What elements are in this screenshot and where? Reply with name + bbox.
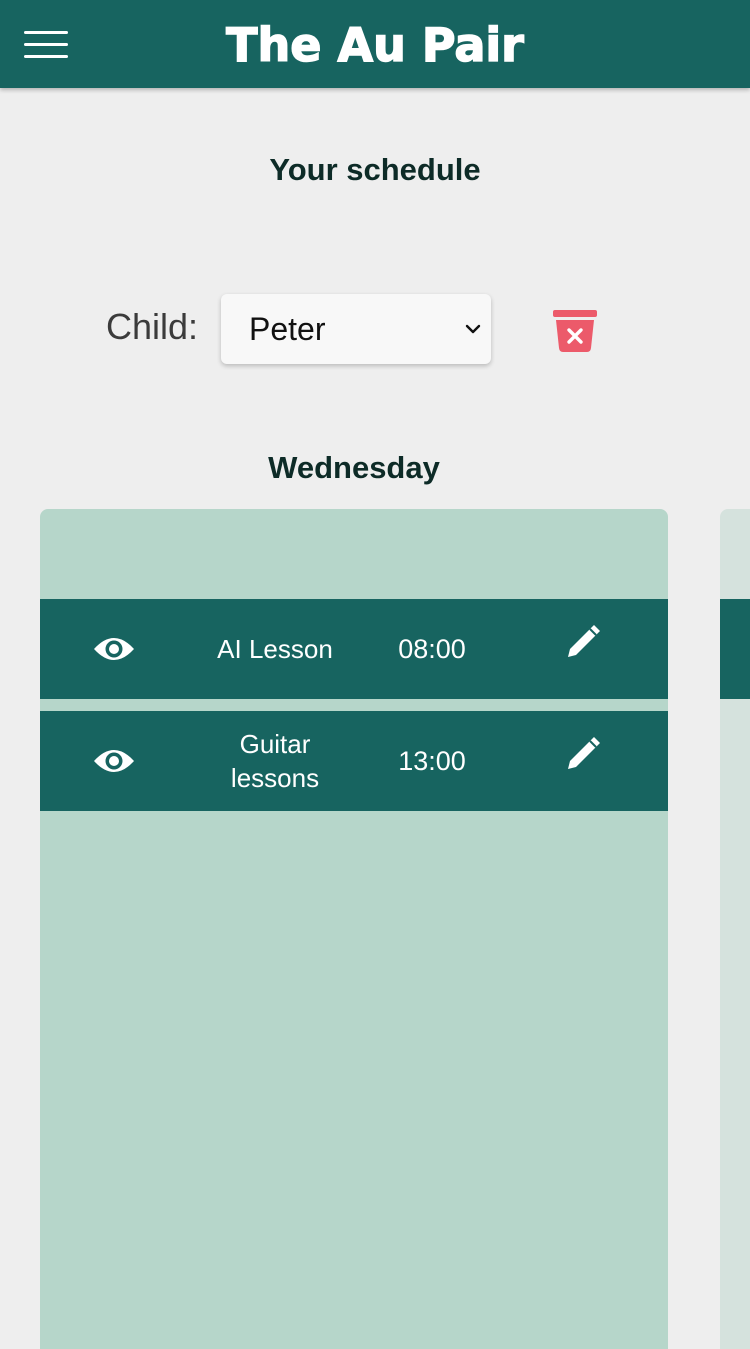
lesson-name: Guitar lessons bbox=[230, 729, 320, 793]
day-schedule-panel: AI Lesson 08:00 Guitar lessons 13:00 bbox=[40, 509, 668, 1349]
child-label: Child: bbox=[106, 306, 199, 347]
eye-icon[interactable] bbox=[92, 629, 136, 669]
app-title: The Au Pair bbox=[225, 17, 524, 73]
app-header: The Au Pair bbox=[0, 0, 750, 88]
lesson-time: 08:00 bbox=[398, 634, 466, 664]
page-title: Your schedule bbox=[269, 152, 481, 187]
lesson-time: 13:00 bbox=[398, 746, 466, 776]
day-heading: Wednesday bbox=[268, 450, 440, 485]
child-select-value: Peter bbox=[249, 311, 326, 347]
child-select[interactable]: Peter bbox=[221, 294, 491, 364]
chevron-down-icon bbox=[465, 324, 481, 334]
next-day-panel[interactable] bbox=[720, 509, 750, 1349]
eye-icon[interactable] bbox=[92, 741, 136, 781]
pencil-edit-icon[interactable] bbox=[564, 621, 604, 661]
pencil-edit-icon[interactable] bbox=[564, 733, 604, 773]
trash-delete-icon[interactable] bbox=[551, 308, 599, 354]
lesson-row: Guitar lessons 13:00 bbox=[40, 711, 668, 811]
lesson-name: AI Lesson bbox=[217, 634, 333, 664]
lesson-row: AI Lesson 08:00 bbox=[40, 599, 668, 699]
next-day-lesson-row bbox=[720, 599, 750, 699]
